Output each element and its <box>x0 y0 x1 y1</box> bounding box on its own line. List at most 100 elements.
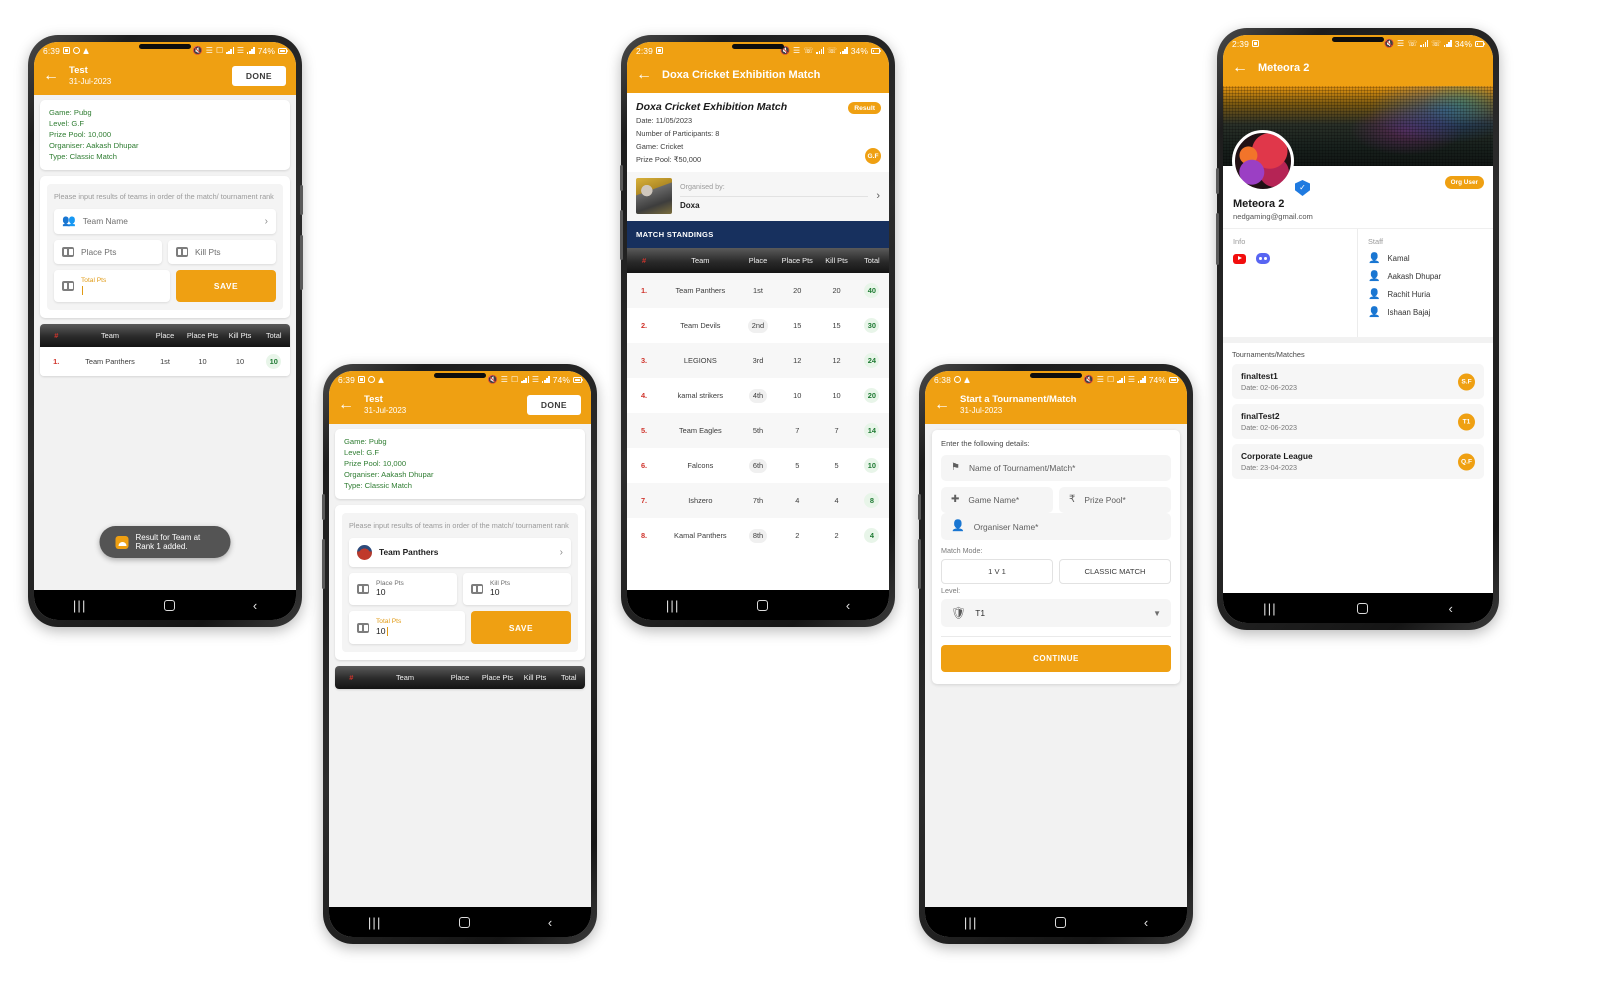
person-icon: 👤 <box>951 520 965 532</box>
battery-icon <box>573 376 584 383</box>
cell-place-pts: 5 <box>795 461 800 471</box>
save-button[interactable]: SAVE <box>471 611 571 644</box>
continue-button[interactable]: CONTINUE <box>941 645 1171 672</box>
scoreboard-icon <box>471 584 483 595</box>
home-button[interactable] <box>1357 602 1369 614</box>
th-total: Total <box>265 331 282 341</box>
kill-pts-field[interactable]: Kill Pts 10 <box>463 572 571 606</box>
cell-place-pts: 12 <box>793 356 802 366</box>
place-pts-field[interactable]: Place Pts 10 <box>349 572 457 606</box>
done-button[interactable]: DONE <box>231 65 286 86</box>
back-button[interactable]: ‹ <box>548 916 552 929</box>
cell-place: 2nd <box>747 318 769 333</box>
home-button[interactable] <box>164 599 176 611</box>
person-icon: 👤 <box>1368 253 1381 264</box>
table-row[interactable]: 3. LEGIONS 3rd 12 12 24 <box>627 343 889 379</box>
tournament-name-input[interactable]: ⚑ Name of Tournament/Match* <box>941 455 1171 481</box>
staff-item[interactable]: 👤 Kamal <box>1368 253 1483 264</box>
back-button[interactable]: ‹ <box>846 599 850 612</box>
phone-notch <box>434 373 486 378</box>
team-name-field[interactable]: 👥 Team Name › <box>54 208 276 234</box>
game-name-input[interactable]: ✚ Game Name* <box>941 487 1053 513</box>
recents-button[interactable]: ||| <box>964 916 978 929</box>
table-row[interactable]: 1. Team Panthers 1st 20 20 40 <box>627 273 889 309</box>
team-name-field[interactable]: Team Panthers › <box>349 537 571 567</box>
save-button[interactable]: SAVE <box>176 269 276 303</box>
phone-notch <box>732 44 784 49</box>
wifi-calling-icon: ☐ <box>510 374 519 384</box>
th-place-pts: Place Pts <box>186 331 219 341</box>
shield-check-icon: 🛡 <box>951 606 967 620</box>
back-button[interactable]: ‹ <box>1448 602 1452 615</box>
th-team: Team <box>100 331 120 341</box>
toast-icon <box>115 535 129 549</box>
home-button[interactable] <box>1055 916 1067 928</box>
back-arrow-icon[interactable]: ← <box>338 396 354 413</box>
th-place-pts: Place Pts <box>481 672 514 682</box>
level-select[interactable]: 🛡 T1 ▼ <box>941 599 1171 627</box>
page-subtitle: 31-Jul-2023 <box>69 77 112 86</box>
table-row[interactable]: 5. Team Eagles 5th 7 7 14 <box>627 413 889 449</box>
recents-button[interactable]: ||| <box>73 599 87 612</box>
youtube-icon[interactable] <box>1233 253 1246 264</box>
cell-num: 1. <box>640 286 648 296</box>
app-bar: ← Test 31-Jul-2023 DONE <box>34 59 296 95</box>
page-title: Doxa Cricket Exhibition Match <box>662 69 821 81</box>
scoreboard-icon <box>62 281 74 292</box>
table-row[interactable]: 1. Team Panthers 1st 10 10 10 <box>40 347 290 377</box>
list-item[interactable]: finalTest2 Date: 02-06-2023 T1 <box>1232 404 1484 439</box>
list-item[interactable]: finaltest1 Date: 02-06-2023 S.F <box>1232 364 1484 399</box>
android-nav-bar: ||| ‹ <box>925 907 1187 937</box>
table-row[interactable]: 8. Kamal Panthers 8th 2 2 4 <box>627 518 889 554</box>
back-button[interactable]: ‹ <box>253 599 257 612</box>
tournament-date: Date: 23-04-2023 <box>1241 463 1297 472</box>
total-pts-field[interactable]: Total Pts <box>54 269 170 303</box>
page-title: Test <box>69 65 88 76</box>
total-pts-field[interactable]: Total Pts 10 <box>349 611 465 644</box>
page-title: Test <box>364 394 383 405</box>
home-button[interactable] <box>459 916 471 928</box>
recents-button[interactable]: ||| <box>1263 602 1277 615</box>
home-button[interactable] <box>757 599 769 611</box>
table-row[interactable]: 4. kamal strikers 4th 10 10 20 <box>627 378 889 414</box>
done-button[interactable]: DONE <box>526 394 581 415</box>
toast-text: Result for Team at Rank 1 added. <box>135 533 201 551</box>
discord-icon[interactable] <box>1256 253 1270 264</box>
avatar[interactable] <box>1232 130 1294 192</box>
staff-column: Staff 👤 Kamal 👤 Aakash Dhupar 👤 Rachit H… <box>1358 229 1493 337</box>
team-name-placeholder: Team Name <box>82 216 128 227</box>
organiser-name-input[interactable]: 👤 Organiser Name* <box>941 513 1171 540</box>
snapchat-icon <box>83 47 90 54</box>
kill-pts-field[interactable]: Kill Pts <box>168 239 276 264</box>
back-button[interactable]: ‹ <box>1144 916 1148 929</box>
mode-option-1v1[interactable]: 1 V 1 <box>941 559 1053 584</box>
standings-section-title: MATCH STANDINGS <box>627 221 889 249</box>
signal-icon-1 <box>521 376 529 383</box>
list-item[interactable]: Corporate League Date: 23-04-2023 Q.F <box>1232 444 1484 479</box>
back-arrow-icon[interactable]: ← <box>1232 60 1248 76</box>
back-arrow-icon[interactable]: ← <box>43 67 59 84</box>
table-row[interactable]: 2. Team Devils 2nd 15 15 30 <box>627 308 889 344</box>
recents-button[interactable]: ||| <box>368 916 382 929</box>
staff-item[interactable]: 👤 Ishaan Bajaj <box>1368 307 1483 318</box>
table-row[interactable]: 7. Ishzero 7th 4 4 8 <box>627 483 889 519</box>
table-header-row: # Team Place Place Pts Kill Pts Total <box>40 324 290 348</box>
th-place: Place <box>155 331 175 341</box>
staff-item[interactable]: 👤 Aakash Dhupar <box>1368 271 1483 282</box>
th-team: Team <box>395 672 415 682</box>
place-pts-field[interactable]: Place Pts <box>54 239 162 264</box>
prize-pool-input[interactable]: ₹ Prize Pool* <box>1059 487 1171 513</box>
total-pts-label: Total Pts <box>81 276 107 284</box>
recents-button[interactable]: ||| <box>666 599 680 612</box>
gallery-icon <box>62 47 70 54</box>
back-arrow-icon[interactable]: ← <box>636 67 652 83</box>
info-staff-section: Info Staff 👤 Kamal 👤 Aakash Dhupar 👤 Rac… <box>1223 228 1493 337</box>
cell-num: 6. <box>640 461 648 471</box>
organiser-row[interactable]: Organised by: Doxa › <box>627 172 889 222</box>
mode-option-classic[interactable]: CLASSIC MATCH <box>1059 559 1171 584</box>
wifi-icon: ☰ <box>1397 39 1405 48</box>
back-arrow-icon[interactable]: ← <box>934 396 950 413</box>
staff-item[interactable]: 👤 Rachit Huria <box>1368 289 1483 300</box>
tournament-date: Date: 02-06-2023 <box>1241 423 1297 432</box>
table-row[interactable]: 6. Falcons 6th 5 5 10 <box>627 448 889 484</box>
